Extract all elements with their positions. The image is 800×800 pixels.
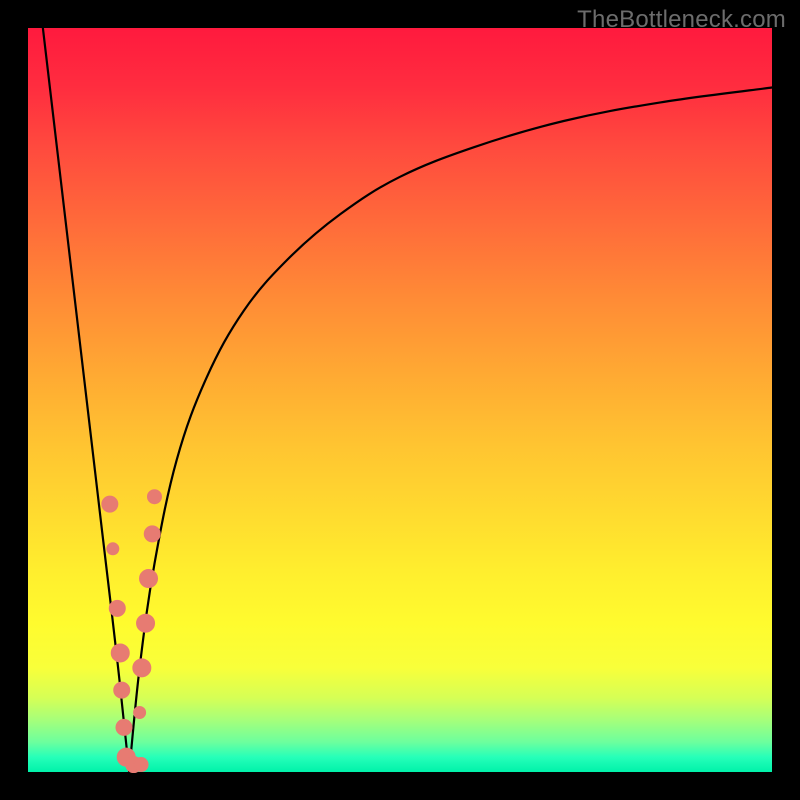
data-marker: [111, 644, 129, 662]
data-marker: [134, 706, 146, 718]
chart-svg: [28, 28, 772, 772]
data-marker: [140, 570, 158, 588]
data-marker: [107, 543, 119, 555]
data-marker: [114, 682, 130, 698]
data-marker: [147, 490, 161, 504]
data-marker: [137, 614, 155, 632]
data-marker: [109, 600, 125, 616]
data-marker: [102, 496, 118, 512]
data-marker: [144, 526, 160, 542]
data-marker: [133, 659, 151, 677]
curve-right-branch: [129, 88, 772, 772]
data-marker: [134, 758, 148, 772]
chart-area: [28, 28, 772, 772]
marker-group: [102, 490, 162, 773]
data-marker: [116, 719, 132, 735]
watermark-text: TheBottleneck.com: [577, 6, 786, 34]
